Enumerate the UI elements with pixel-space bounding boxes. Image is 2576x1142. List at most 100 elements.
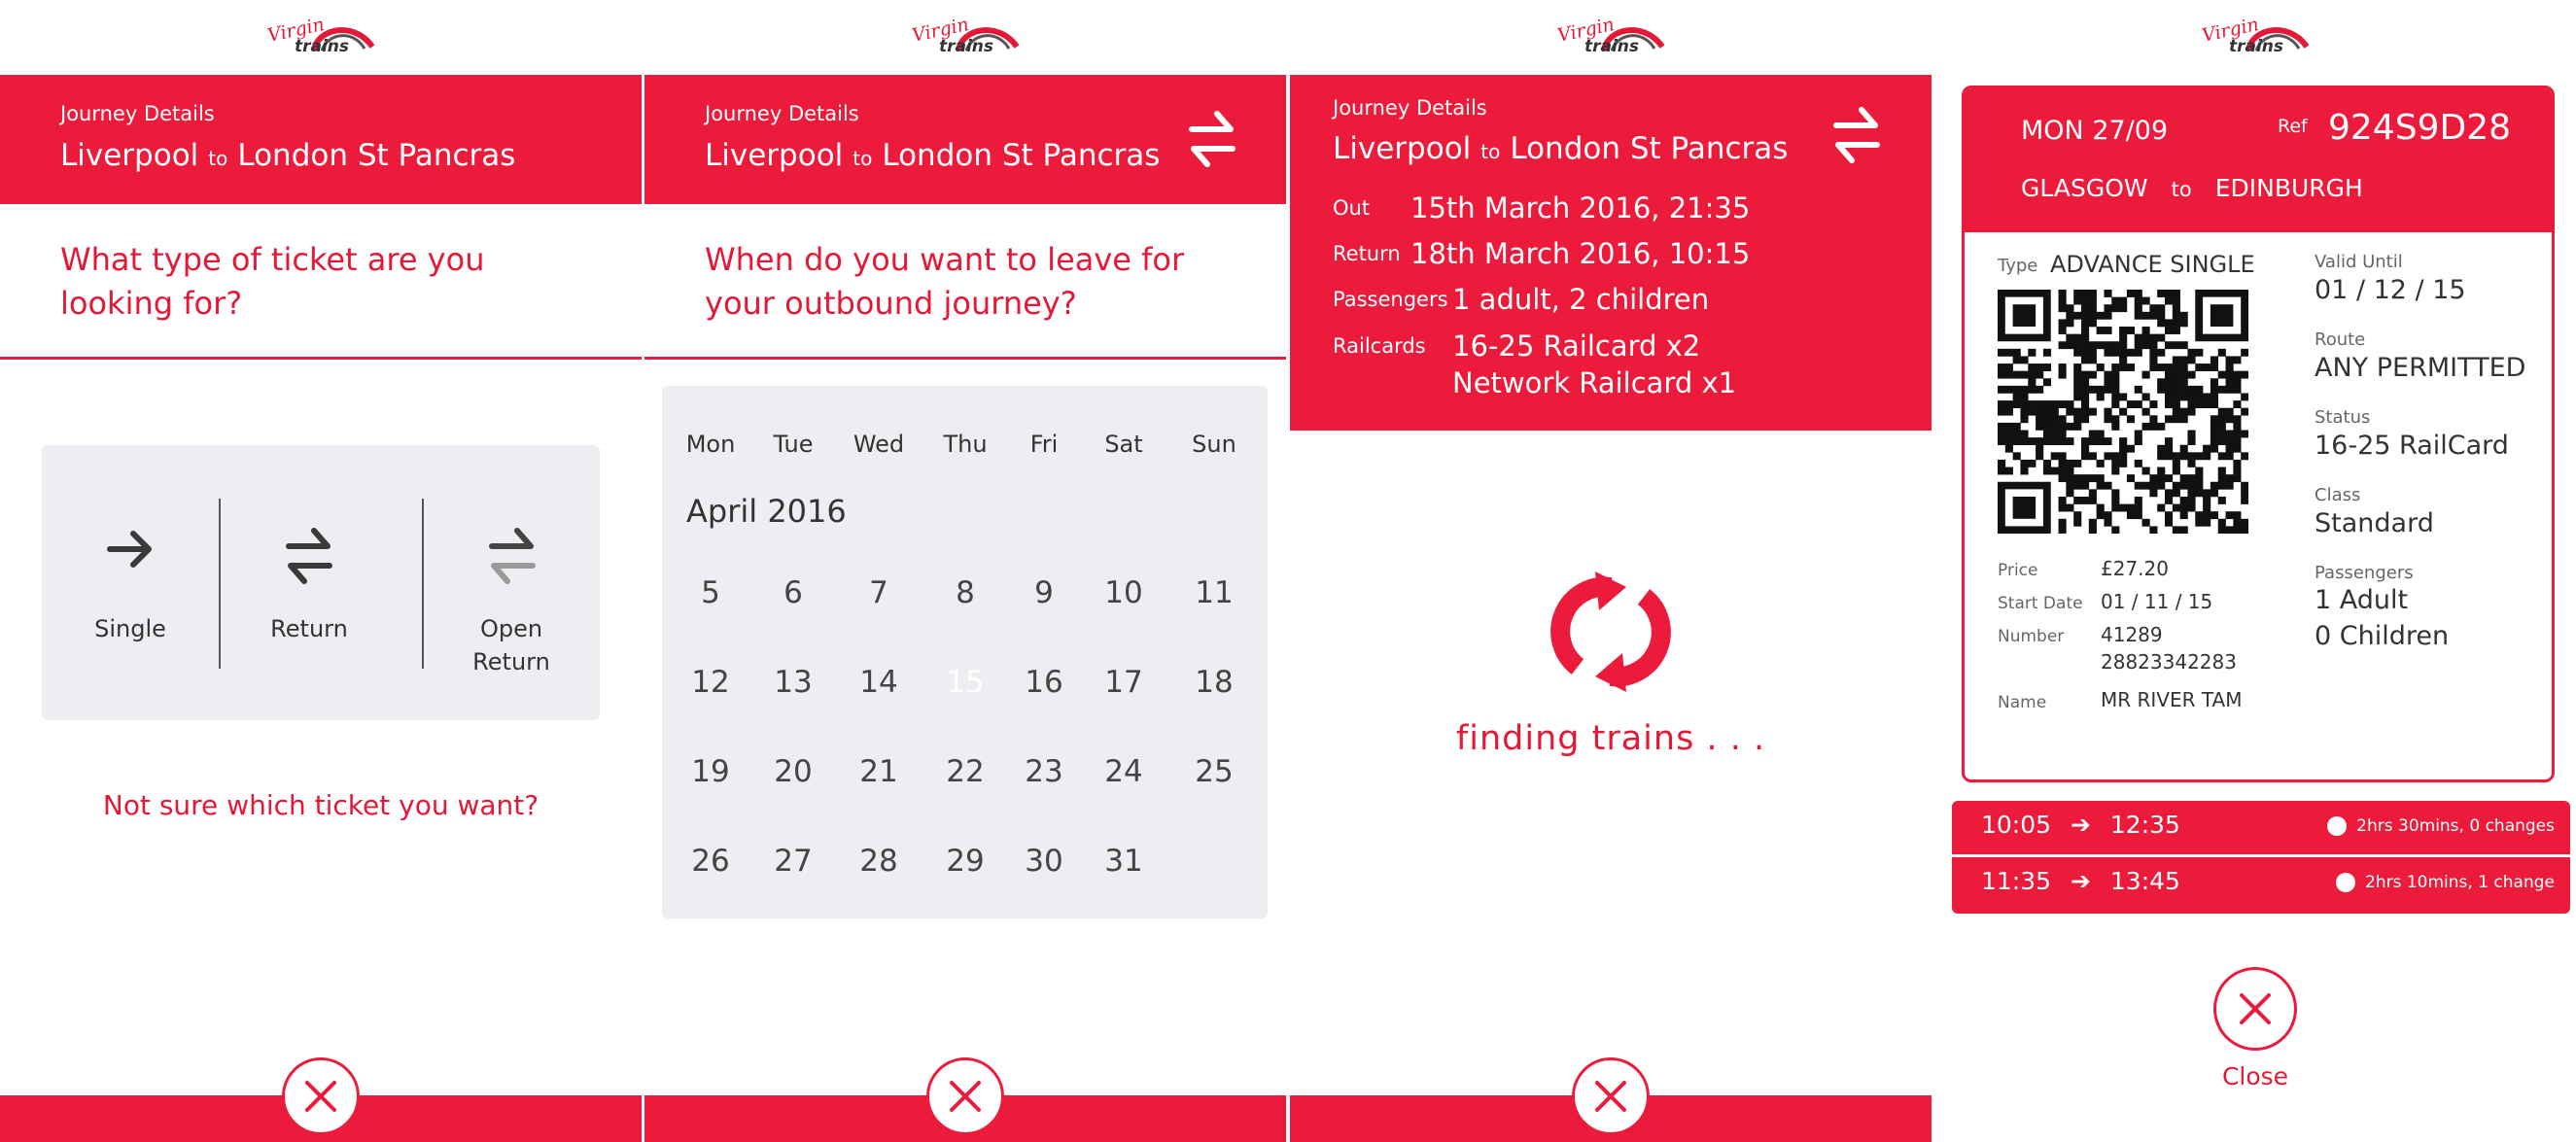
swap-arrows-faded-icon bbox=[488, 528, 536, 584]
calendar-day[interactable]: 10 bbox=[1095, 559, 1153, 627]
arrive-time: 13:45 bbox=[2109, 867, 2180, 895]
close-button[interactable] bbox=[282, 1057, 360, 1135]
close-icon bbox=[305, 1081, 336, 1112]
ref-number: 924S9D28 bbox=[2328, 108, 2511, 148]
calendar-day[interactable]: 11 bbox=[1185, 559, 1243, 627]
weekday-sun: Sun bbox=[1192, 431, 1236, 458]
calendar-day[interactable]: 30 bbox=[1015, 827, 1073, 895]
refresh-icon bbox=[1550, 571, 1671, 692]
swap-arrows-icon bbox=[286, 528, 332, 584]
arrow-right-icon: ➔ bbox=[2071, 811, 2091, 839]
close-label[interactable]: Close bbox=[1934, 1062, 2576, 1090]
duration-text: 2hrs 10mins, 1 change bbox=[2365, 873, 2555, 892]
close-icon bbox=[2240, 993, 2271, 1024]
calendar-day[interactable]: 26 bbox=[681, 827, 740, 895]
calendar-day[interactable]: 28 bbox=[850, 827, 908, 895]
journey-option-1[interactable]: 10:05 ➔ 12:35 2hrs 30mins, 0 changes bbox=[1952, 801, 2570, 854]
calendar-day[interactable]: 20 bbox=[764, 738, 822, 806]
logo-trains-text: trains bbox=[2229, 37, 2284, 56]
clock-icon bbox=[2336, 873, 2356, 892]
weekday-sat: Sat bbox=[1104, 431, 1143, 458]
calendar-day[interactable]: 6 bbox=[764, 559, 822, 627]
logo-trains-text: trains bbox=[295, 37, 350, 56]
ticket-to-word: to bbox=[2171, 178, 2192, 201]
clock-icon bbox=[2327, 816, 2348, 836]
calendar-day[interactable]: 22 bbox=[936, 738, 994, 806]
number-label: Number bbox=[1998, 627, 2065, 646]
railcards-row-2: Network Railcard x1 bbox=[1452, 366, 1736, 399]
weekday-thu: Thu bbox=[943, 431, 988, 458]
number-value-2: 28823342283 bbox=[2101, 650, 2237, 674]
railcards-value-1: 16-25 Railcard x2 bbox=[1452, 329, 1701, 363]
number-value-1: 41289 bbox=[2101, 623, 2163, 646]
return-value: 18th March 2016, 10:15 bbox=[1410, 237, 1751, 270]
calendar-day[interactable]: 16 bbox=[1015, 648, 1073, 716]
passengers-label: Passengers bbox=[1333, 288, 1448, 311]
calendar-day[interactable]: 21 bbox=[850, 738, 908, 806]
journey-details-label: Journey Details bbox=[1333, 96, 1487, 120]
passengers-label: Passengers bbox=[2315, 563, 2414, 583]
close-icon bbox=[1595, 1081, 1626, 1112]
passengers-row: Passengers 1 adult, 2 children bbox=[1333, 283, 1709, 316]
swap-direction-icon[interactable] bbox=[1832, 104, 1881, 166]
weekday-wed: Wed bbox=[853, 431, 905, 458]
ticket-type-screen: Virgin trains Journey Details Liverpool t… bbox=[0, 0, 642, 1142]
calendar-day[interactable]: 7 bbox=[850, 559, 908, 627]
logo-trains-text: trains bbox=[1584, 37, 1640, 56]
close-button[interactable] bbox=[1572, 1057, 1650, 1135]
calendar-day[interactable]: 19 bbox=[681, 738, 740, 806]
calendar-day[interactable]: 25 bbox=[1185, 738, 1243, 806]
ticket-route: GLASGOW to EDINBURGH bbox=[2021, 174, 2363, 202]
calendar-day[interactable]: 14 bbox=[850, 648, 908, 716]
virgin-trains-logo: Virgin trains bbox=[1555, 14, 1664, 60]
ticket-help-link[interactable]: Not sure which ticket you want? bbox=[0, 789, 642, 821]
ticket-date: MON 27/09 bbox=[2021, 116, 2169, 146]
railcards-value-2: Network Railcard x1 bbox=[1452, 366, 1737, 399]
calendar-day[interactable]: 27 bbox=[764, 827, 822, 895]
ticket-type-options: Single Return Open Return bbox=[42, 445, 600, 720]
swap-direction-icon[interactable] bbox=[1188, 108, 1236, 170]
ticket-header: MON 27/09 Ref 924S9D28 GLASGOW to EDINBURG… bbox=[1965, 88, 2552, 232]
status-value: 16-25 RailCard bbox=[2315, 431, 2509, 461]
calendar-day[interactable]: 8 bbox=[936, 559, 994, 627]
searching-screen: Virgin trains Journey Details Liverpool t… bbox=[1290, 0, 1932, 1142]
journey-duration: 2hrs 30mins, 0 changes bbox=[2327, 816, 2555, 836]
single-option[interactable]: Single bbox=[42, 445, 219, 720]
valid-until-label: Valid Until bbox=[2315, 252, 2403, 272]
calendar-day[interactable]: 31 bbox=[1095, 827, 1153, 895]
open-return-option[interactable]: Open Return bbox=[424, 445, 600, 720]
route-value: ANY PERMITTED bbox=[2315, 353, 2526, 383]
railcards-row: Railcards 16-25 Railcard x2 bbox=[1333, 329, 1700, 363]
close-button[interactable] bbox=[926, 1057, 1004, 1135]
journey-option-2[interactable]: 11:35 ➔ 13:45 2hrs 10mins, 1 change bbox=[1952, 857, 2570, 914]
single-label: Single bbox=[94, 615, 166, 642]
calendar-day[interactable]: 12 bbox=[681, 648, 740, 716]
calendar-day[interactable]: 9 bbox=[1015, 559, 1073, 627]
close-icon bbox=[950, 1081, 981, 1112]
calendar-day[interactable]: 13 bbox=[764, 648, 822, 716]
weekday-tue: Tue bbox=[773, 431, 814, 458]
calendar-day[interactable]: 24 bbox=[1095, 738, 1153, 806]
calendar: Mon Tue Wed Thu Fri Sat Sun April 2016 5… bbox=[662, 386, 1268, 918]
calendar-day[interactable]: 23 bbox=[1015, 738, 1073, 806]
journey-header: Journey Details Liverpool to London St Pan… bbox=[0, 75, 642, 204]
out-value: 15th March 2016, 21:35 bbox=[1410, 191, 1751, 225]
divider bbox=[644, 357, 1286, 360]
weekday-fri: Fri bbox=[1029, 431, 1059, 458]
status-label: Status bbox=[2315, 407, 2371, 428]
date-question: When do you want to leave for your outbo… bbox=[705, 241, 1185, 322]
calendar-day[interactable]: 29 bbox=[936, 827, 994, 895]
close-ticket-button[interactable] bbox=[2213, 967, 2297, 1051]
journey-summary: Journey Details Liverpool to London St Pan… bbox=[1290, 75, 1932, 431]
calendar-month: April 2016 bbox=[686, 493, 847, 530]
route-to-word: to bbox=[1480, 140, 1501, 163]
return-option[interactable]: Return bbox=[221, 445, 398, 720]
calendar-day[interactable]: 18 bbox=[1185, 648, 1243, 716]
calendar-day[interactable]: 5 bbox=[681, 559, 740, 627]
journey-times: 11:35 ➔ 13:45 bbox=[1981, 867, 2180, 895]
type-value: ADVANCE SINGLE bbox=[2050, 251, 2255, 278]
calendar-day[interactable]: 17 bbox=[1095, 648, 1153, 716]
return-label: Return bbox=[270, 615, 348, 642]
calendar-day-selected[interactable]: 15 bbox=[932, 648, 1000, 716]
destination-station: London St Pancras bbox=[237, 138, 516, 173]
